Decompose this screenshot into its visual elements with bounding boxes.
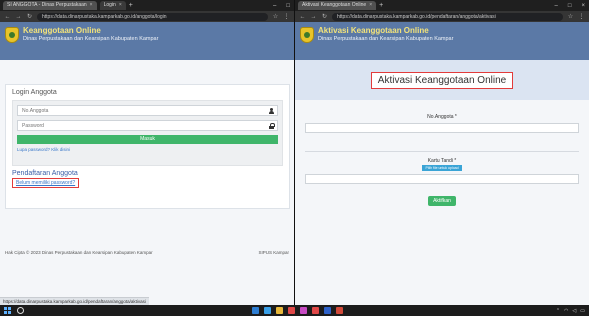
page-footer: Hak Cipta © 2023 Dinas Perpustakaan dan …: [0, 250, 294, 258]
forward-icon[interactable]: →: [15, 14, 22, 20]
form-divider: [305, 151, 579, 152]
windows-taskbar: ⌃ ◠ ◁ ▭: [0, 305, 589, 316]
reload-icon[interactable]: ↻: [321, 13, 328, 20]
login-button[interactable]: Masuk: [17, 135, 278, 144]
site-title: Keanggotaan Online: [23, 26, 101, 35]
site-header: Keanggotaan Online Dinas Perpustakaan da…: [0, 22, 294, 60]
app-icon[interactable]: [336, 307, 343, 314]
system-tray: ⌃ ◠ ◁ ▭: [556, 308, 585, 314]
password-field[interactable]: [17, 120, 278, 131]
member-number-field[interactable]: [17, 105, 278, 116]
tab-title: Login: [103, 2, 116, 8]
browser-window-activation: Aktivasi Keanggotaan Online × + – □ × ← →…: [295, 0, 589, 305]
login-heading: Login Anggota: [12, 89, 57, 96]
window-controls: – □: [273, 3, 294, 9]
activation-banner: Aktivasi Keanggotaan Online: [295, 60, 589, 100]
member-number-label: No.Anggota *: [427, 114, 457, 120]
browser-toolbar: ← → ↻ https://data.dinarpustaka.kamparka…: [0, 11, 294, 22]
task-view-icon[interactable]: [252, 307, 259, 314]
choose-file-button[interactable]: Pilih file untuk upload: [422, 165, 462, 171]
minimize-icon[interactable]: –: [273, 3, 276, 9]
tab-close-icon[interactable]: ×: [369, 2, 372, 8]
card-file-field[interactable]: [305, 174, 579, 184]
footer-copyright: Hak Cipta © 2023 Dinas Perpustakaan dan …: [5, 250, 153, 255]
chrome-icon[interactable]: [288, 307, 295, 314]
password-input[interactable]: [18, 121, 277, 130]
member-number-input[interactable]: [305, 123, 579, 133]
close-window-icon[interactable]: ×: [581, 3, 585, 9]
back-icon[interactable]: ←: [4, 14, 11, 20]
word-icon[interactable]: [324, 307, 331, 314]
battery-icon[interactable]: ▭: [580, 308, 585, 314]
tab-title: SI ANGGOTA - Dinas Perpustakaan: [7, 2, 87, 8]
activation-title: Aktivasi Keanggotaan Online: [370, 71, 514, 89]
member-number-input[interactable]: [18, 106, 277, 115]
edge-icon[interactable]: [264, 307, 271, 314]
activate-account-link[interactable]: Belum memiliki password?: [12, 178, 80, 188]
app-icon[interactable]: [300, 307, 307, 314]
forgot-password-link[interactable]: Lupa password? Klik disini: [17, 147, 278, 152]
tab-title: Aktivasi Keanggotaan Online: [302, 2, 367, 8]
app-icon[interactable]: [312, 307, 319, 314]
activation-form: No.Anggota * Kartu Tandi * Pilih file un…: [295, 114, 589, 206]
maximize-icon[interactable]: □: [286, 3, 290, 9]
forward-icon[interactable]: →: [310, 14, 317, 20]
site-subtitle: Dinas Perpustakaan dan Kearsipan Kabupat…: [318, 36, 454, 42]
new-tab-icon[interactable]: +: [379, 1, 383, 10]
kampar-logo-icon: [300, 27, 314, 43]
browser-toolbar: ← → ↻ https://data.dinarpustaka.kamparka…: [295, 11, 589, 22]
file-explorer-icon[interactable]: [276, 307, 283, 314]
address-bar[interactable]: https://data.dinarpustaka.kamparkab.go.i…: [332, 12, 563, 21]
site-title: Aktivasi Keanggotaan Online: [318, 26, 429, 35]
chevron-up-icon[interactable]: ⌃: [556, 308, 560, 314]
star-icon[interactable]: ☆: [272, 13, 279, 20]
browser-tab-login[interactable]: SI ANGGOTA - Dinas Perpustakaan ×: [3, 1, 97, 10]
browser-window-login: SI ANGGOTA - Dinas Perpustakaan × Login × …: [0, 0, 294, 305]
address-bar[interactable]: https://data.dinarpustaka.kamparkab.go.i…: [37, 12, 268, 21]
login-form: Masuk Lupa password? Klik disini: [12, 100, 283, 166]
extensions-icon[interactable]: ⋮: [283, 13, 290, 20]
windows-start-icon[interactable]: [4, 307, 11, 314]
card-file-label: Kartu Tandi *: [427, 158, 457, 164]
link-status-bar: https://data.dinarpustaka.kamparkab.go.i…: [0, 297, 149, 305]
wifi-icon[interactable]: ◠: [564, 308, 568, 314]
footer-brand: SIPUS Kampar: [258, 250, 289, 255]
login-page: Keanggotaan Online Dinas Perpustakaan da…: [0, 22, 294, 305]
login-card: Login Anggota Masuk Lupa password? Klik …: [5, 84, 290, 209]
kampar-logo-icon: [5, 27, 19, 43]
tab-close-icon[interactable]: ×: [90, 2, 93, 8]
tab-close-icon[interactable]: ×: [119, 2, 122, 8]
browser-tab-login-2[interactable]: Login ×: [99, 1, 126, 10]
user-icon: [269, 108, 274, 114]
star-icon[interactable]: ☆: [567, 13, 574, 20]
tab-strip: SI ANGGOTA - Dinas Perpustakaan × Login × …: [0, 0, 294, 11]
reload-icon[interactable]: ↻: [26, 13, 33, 20]
registration-heading: Pendaftaran Anggota: [12, 170, 78, 177]
taskbar-apps: [252, 307, 343, 314]
tab-strip: Aktivasi Keanggotaan Online × + – □ ×: [295, 0, 589, 11]
site-subtitle: Dinas Perpustakaan dan Kearsipan Kabupat…: [23, 36, 159, 42]
browser-tab-activation[interactable]: Aktivasi Keanggotaan Online ×: [298, 1, 377, 10]
search-icon[interactable]: [17, 307, 24, 314]
site-header: Aktivasi Keanggotaan Online Dinas Perpus…: [295, 22, 589, 60]
extensions-icon[interactable]: ⋮: [578, 13, 585, 20]
minimize-icon[interactable]: –: [555, 3, 558, 9]
activate-button[interactable]: Aktifkan: [428, 196, 456, 206]
lock-icon: [269, 123, 275, 129]
maximize-icon[interactable]: □: [568, 3, 572, 9]
window-controls: – □ ×: [555, 3, 589, 9]
new-tab-icon[interactable]: +: [129, 1, 133, 10]
volume-icon[interactable]: ◁: [572, 308, 576, 314]
back-icon[interactable]: ←: [299, 14, 306, 20]
activation-page: Aktivasi Keanggotaan Online Dinas Perpus…: [295, 22, 589, 305]
